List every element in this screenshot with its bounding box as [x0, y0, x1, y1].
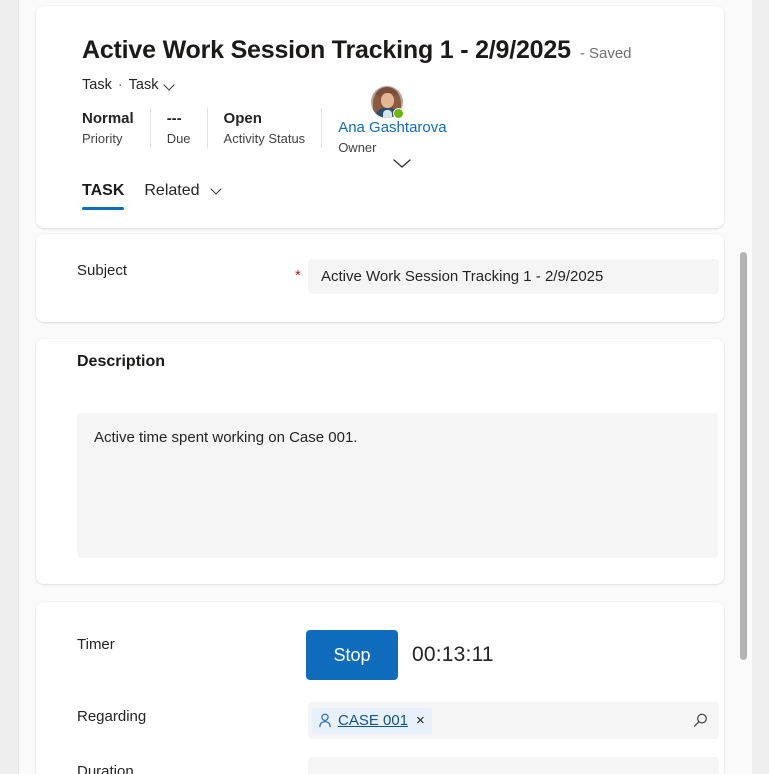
record-header-card: Active Work Session Tracking 1 - 2/9/202… [36, 6, 724, 228]
owner-text: Ana Gashtarova Owner [338, 118, 446, 156]
meta-value: --- [166, 110, 182, 127]
header-expand-button[interactable] [391, 156, 413, 170]
subject-input-value: Active Work Session Tracking 1 - 2/9/202… [321, 268, 604, 285]
left-gutter [0, 0, 19, 774]
meta-field-due[interactable]: --- Due [167, 104, 207, 152]
meta-divider [149, 108, 151, 148]
avatar [371, 86, 405, 119]
subject-field-label: Subject [77, 262, 128, 279]
timer-field-label: Timer [77, 636, 115, 653]
chevron-down-icon [165, 80, 175, 90]
subject-input[interactable]: Active Work Session Tracking 1 - 2/9/202… [308, 259, 719, 294]
right-gutter [751, 0, 769, 774]
header-meta-row: Normal Priority --- Due Open Activity St… [82, 86, 463, 168]
tab-label: Related [144, 182, 200, 199]
meta-field-activity-status[interactable]: Open Activity Status [224, 104, 322, 152]
form-selector[interactable]: Task [129, 77, 175, 93]
regarding-lookup-input[interactable]: CASE 001 × [308, 702, 719, 739]
meta-field-owner[interactable]: Ana Gashtarova Owner [338, 86, 462, 168]
tab-label: TASK [82, 182, 125, 199]
meta-label: Due [166, 131, 191, 146]
vertical-scrollbar[interactable] [736, 0, 752, 774]
description-textarea[interactable]: Active time spent working on Case 001. [77, 413, 718, 558]
chevron-down-icon [212, 183, 222, 193]
presence-available-icon [393, 108, 405, 119]
tab-related[interactable]: Related [134, 178, 232, 214]
title-row: Active Work Session Tracking 1 - 2/9/202… [82, 36, 632, 65]
record-form-page: Active Work Session Tracking 1 - 2/9/202… [0, 0, 769, 774]
timer-card [36, 602, 724, 774]
meta-field-priority[interactable]: Normal Priority [82, 104, 150, 152]
remove-chip-icon[interactable]: × [414, 713, 427, 728]
page-title: Active Work Session Tracking 1 - 2/9/202… [82, 36, 571, 64]
lookup-chip-link[interactable]: CASE 001 [338, 712, 408, 729]
owner-field-label: Owner [338, 140, 377, 155]
description-section-title: Description [77, 353, 166, 370]
form-selector-label: Task [128, 77, 159, 93]
required-indicator: * [295, 267, 301, 284]
meta-divider [206, 108, 208, 148]
search-icon[interactable] [692, 712, 713, 729]
meta-divider [321, 108, 323, 148]
meta-value: Normal [82, 110, 134, 127]
lookup-chip-case-001[interactable]: CASE 001 × [312, 707, 432, 734]
timer-elapsed-value: 00:13:11 [412, 643, 494, 666]
owner-name-link[interactable]: Ana Gashtarova [338, 118, 446, 137]
form-scroll-region: Active Work Session Tracking 1 - 2/9/202… [19, 0, 752, 774]
meta-label: Activity Status [223, 131, 306, 146]
duration-input[interactable] [308, 757, 719, 774]
entity-breadcrumb: Task · Task [82, 77, 175, 93]
meta-value: Open [223, 110, 262, 127]
person-icon [318, 713, 332, 728]
tab-task[interactable]: TASK [72, 178, 134, 214]
meta-label: Priority [82, 131, 123, 146]
breadcrumb-separator: · [117, 77, 123, 93]
scrollbar-thumb[interactable] [740, 252, 747, 660]
entity-name: Task [82, 77, 112, 93]
stop-timer-button[interactable]: Stop [306, 630, 398, 680]
regarding-field-label: Regarding [77, 708, 147, 725]
description-value: Active time spent working on Case 001. [94, 429, 358, 446]
form-tab-list: TASK Related [82, 178, 232, 214]
duration-field-label: Duration [77, 763, 134, 774]
save-status: - Saved [579, 45, 632, 62]
